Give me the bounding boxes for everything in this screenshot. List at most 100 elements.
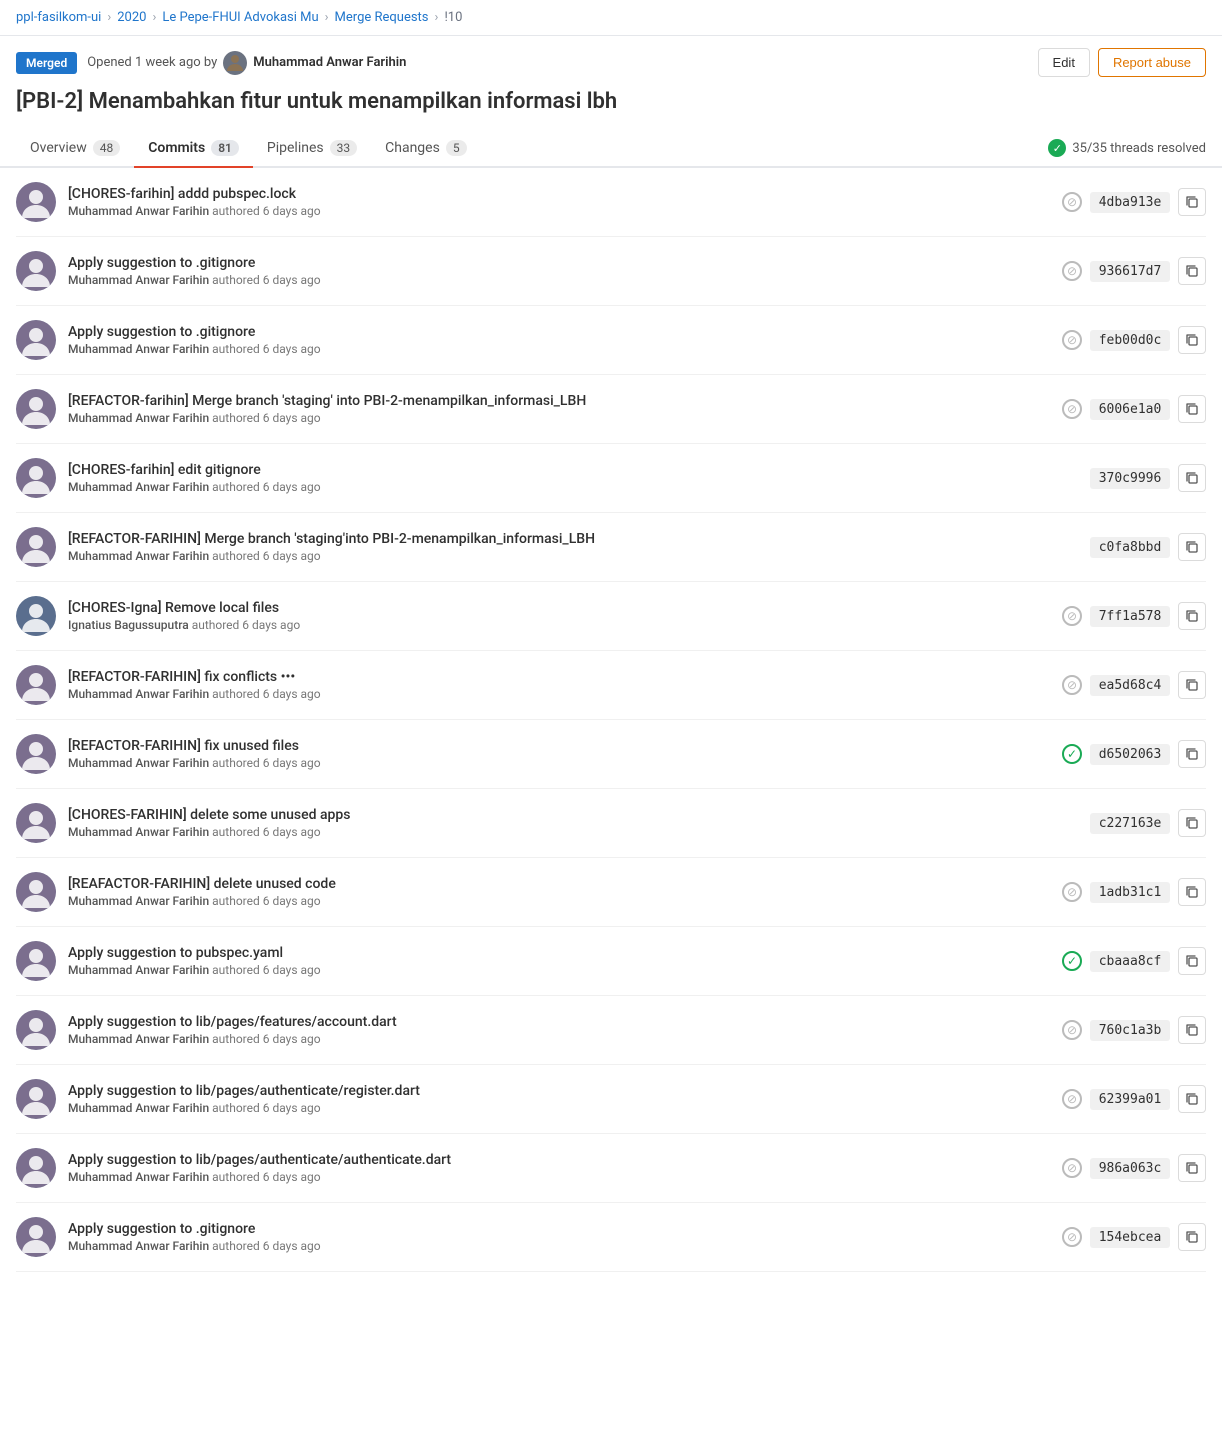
commit-title[interactable]: [REFACTOR-FARIHIN] fix unused files [68,738,1050,754]
commit-hash[interactable]: 986a063c [1090,1158,1170,1179]
commit-title[interactable]: [CHORES-FARIHIN] delete some unused apps [68,807,1050,823]
copy-hash-button[interactable] [1178,1154,1206,1182]
tab-overview-badge: 48 [93,140,121,156]
commit-row: [CHORES-Igna] Remove local files Ignatiu… [16,582,1206,651]
copy-hash-button[interactable] [1178,671,1206,699]
breadcrumb-sep2: › [152,10,156,25]
breadcrumb-link-year[interactable]: 2020 [117,10,146,25]
breadcrumb-link-project[interactable]: Le Pepe-FHUI Advokasi Mu [162,10,318,25]
commit-author: Muhammad Anwar Farihin [68,549,209,563]
report-abuse-button[interactable]: Report abuse [1098,48,1206,77]
breadcrumb-sep4: › [435,10,439,25]
commit-time: authored 6 days ago [212,549,320,563]
copy-hash-button[interactable] [1178,740,1206,768]
merged-badge: Merged [16,52,77,74]
breadcrumb-link-mr[interactable]: Merge Requests [335,10,429,25]
commit-title[interactable]: [REFACTOR-FARIHIN] Merge branch 'staging… [68,531,1050,547]
status-no-entry-icon: ⊘ [1062,399,1082,419]
commit-hash[interactable]: cbaaa8cf [1090,951,1170,972]
copy-hash-button[interactable] [1178,1085,1206,1113]
commit-hash[interactable]: 370c9996 [1090,468,1170,489]
copy-hash-button[interactable] [1178,257,1206,285]
copy-hash-button[interactable] [1178,947,1206,975]
commit-hash[interactable]: d6502063 [1090,744,1170,765]
commit-meta: Muhammad Anwar Farihin authored 6 days a… [68,1101,1050,1115]
commit-avatar [16,872,56,912]
copy-hash-button[interactable] [1178,1016,1206,1044]
commit-author: Muhammad Anwar Farihin [68,273,209,287]
commit-title[interactable]: Apply suggestion to .gitignore [68,1221,1050,1237]
commit-actions: ⊘ 62399a01 [1062,1085,1206,1113]
commit-time: authored 6 days ago [212,342,320,356]
commit-time: authored 6 days ago [212,1170,320,1184]
copy-hash-button[interactable] [1178,326,1206,354]
commit-meta: Muhammad Anwar Farihin authored 6 days a… [68,825,1050,839]
breadcrumb-sep3: › [325,10,329,25]
commit-actions: 370c9996 [1062,464,1206,492]
commit-hash[interactable]: 4dba913e [1090,192,1170,213]
commit-meta: Muhammad Anwar Farihin authored 6 days a… [68,273,1050,287]
commit-avatar [16,596,56,636]
commit-hash[interactable]: ea5d68c4 [1090,675,1170,696]
commit-hash[interactable]: c227163e [1090,813,1170,834]
commit-info: [REFACTOR-farihin] Merge branch 'staging… [68,393,1050,425]
edit-button[interactable]: Edit [1038,48,1090,77]
breadcrumb-link-repo[interactable]: ppl-fasilkom-ui [16,10,101,25]
commit-hash[interactable]: 936617d7 [1090,261,1170,282]
commit-title[interactable]: Apply suggestion to .gitignore [68,324,1050,340]
commit-time: authored 6 days ago [212,687,320,701]
commit-time: authored 6 days ago [212,963,320,977]
copy-hash-button[interactable] [1178,878,1206,906]
commit-hash[interactable]: feb00d0c [1090,330,1170,351]
commit-hash[interactable]: c0fa8bbd [1090,537,1170,558]
commit-title[interactable]: Apply suggestion to pubspec.yaml [68,945,1050,961]
tab-commits-label: Commits [148,140,205,156]
commit-title[interactable]: [CHORES-farihin] addd pubspec.lock [68,186,1050,202]
commit-avatar [16,665,56,705]
commit-title[interactable]: Apply suggestion to lib/pages/authentica… [68,1152,1050,1168]
commit-row: Apply suggestion to .gitignore Muhammad … [16,237,1206,306]
copy-hash-button[interactable] [1178,602,1206,630]
commit-avatar [16,803,56,843]
tab-changes[interactable]: Changes 5 [371,130,480,168]
commit-hash[interactable]: 62399a01 [1090,1089,1170,1110]
commit-hash[interactable]: 1adb31c1 [1090,882,1170,903]
commit-meta: Muhammad Anwar Farihin authored 6 days a… [68,687,1050,701]
commit-title[interactable]: [REFACTOR-farihin] Merge branch 'staging… [68,393,1050,409]
commit-actions: ⊘ 1adb31c1 [1062,878,1206,906]
commit-title[interactable]: Apply suggestion to lib/pages/authentica… [68,1083,1050,1099]
copy-hash-button[interactable] [1178,395,1206,423]
commit-hash[interactable]: 7ff1a578 [1090,606,1170,627]
commit-row: [REFACTOR-FARIHIN] Merge branch 'staging… [16,513,1206,582]
status-no-entry-icon: ⊘ [1062,1227,1082,1247]
copy-hash-button[interactable] [1178,188,1206,216]
commit-hash[interactable]: 760c1a3b [1090,1020,1170,1041]
commit-hash[interactable]: 6006e1a0 [1090,399,1170,420]
commit-title[interactable]: [CHORES-Igna] Remove local files [68,600,1050,616]
commit-time: authored 6 days ago [212,894,320,908]
commit-row: Apply suggestion to lib/pages/authentica… [16,1065,1206,1134]
opened-text: Opened 1 week ago by [87,55,217,70]
commit-actions: ⊘ feb00d0c [1062,326,1206,354]
commit-info: [REFACTOR-FARIHIN] fix unused files Muha… [68,738,1050,770]
tab-commits[interactable]: Commits 81 [134,130,253,168]
commit-title[interactable]: Apply suggestion to .gitignore [68,255,1050,271]
commit-author: Muhammad Anwar Farihin [68,204,209,218]
copy-hash-button[interactable] [1178,533,1206,561]
copy-hash-button[interactable] [1178,464,1206,492]
commit-author: Muhammad Anwar Farihin [68,1101,209,1115]
commit-title[interactable]: [REFACTOR-FARIHIN] fix conflicts ••• [68,669,1050,685]
commit-hash[interactable]: 154ebcea [1090,1227,1170,1248]
copy-hash-button[interactable] [1178,809,1206,837]
tab-overview[interactable]: Overview 48 [16,130,134,168]
breadcrumb-current: !10 [444,10,462,25]
copy-hash-button[interactable] [1178,1223,1206,1251]
tab-pipelines[interactable]: Pipelines 33 [253,130,371,168]
commit-avatar [16,389,56,429]
commit-title[interactable]: Apply suggestion to lib/pages/features/a… [68,1014,1050,1030]
status-no-entry-icon: ⊘ [1062,1158,1082,1178]
commit-title[interactable]: [REAFACTOR-FARIHIN] delete unused code [68,876,1050,892]
commit-title[interactable]: [CHORES-farihin] edit gitignore [68,462,1050,478]
author-avatar [223,51,247,75]
commit-time: authored 6 days ago [192,618,300,632]
